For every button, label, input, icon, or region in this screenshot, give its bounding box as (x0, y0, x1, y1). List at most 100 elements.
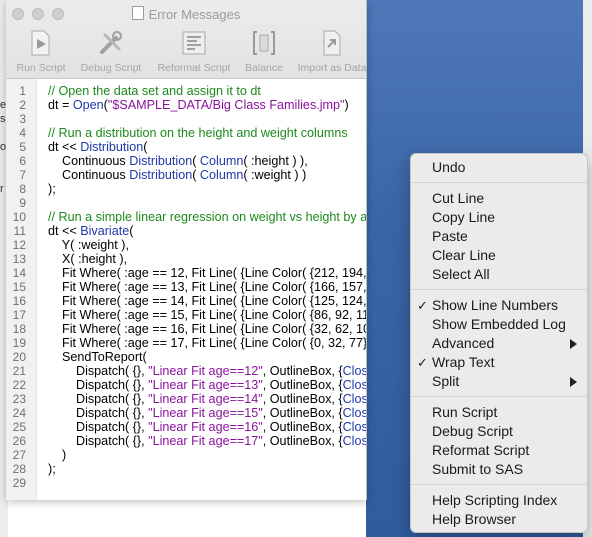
line-number: 11 (13, 224, 26, 238)
line-number: 4 (19, 126, 26, 140)
menu-item-help-browser[interactable]: Help Browser (411, 510, 587, 529)
line-number: 20 (12, 350, 26, 364)
line-number: 15 (12, 280, 26, 294)
line-number: 1 (19, 84, 26, 98)
run-script-icon (26, 28, 56, 58)
balance-button[interactable]: Balance (240, 28, 288, 74)
code-line[interactable]: ) (48, 448, 366, 462)
code-line[interactable]: // Run a simple linear regression on wei… (48, 210, 366, 224)
checkmark-icon: ✓ (417, 355, 428, 370)
code-line[interactable]: ​ (48, 112, 366, 126)
menu-item-label: Run Script (432, 404, 498, 420)
menu-item-reformat-script[interactable]: Reformat Script (411, 441, 587, 460)
balance-icon (249, 28, 279, 58)
menu-item-select-all[interactable]: Select All (411, 265, 587, 284)
import-as-data-button[interactable]: Import as Data (293, 28, 366, 74)
menu-item-label: Undo (432, 159, 466, 175)
line-number: 14 (12, 266, 26, 280)
document-icon (131, 6, 144, 20)
menu-item-submit-to-sas[interactable]: Submit to SAS (411, 460, 587, 479)
code-line[interactable]: // Open the data set and assign it to dt (48, 84, 366, 98)
debug-script-icon (96, 28, 126, 58)
code-line[interactable]: Fit Where( :age == 15, Fit Line( {Line C… (48, 308, 366, 322)
line-number: 10 (12, 210, 26, 224)
checkmark-icon: ✓ (417, 298, 428, 313)
menu-item-split[interactable]: Split (411, 372, 587, 391)
menu-item-label: Advanced (432, 335, 495, 351)
line-number: 13 (12, 252, 26, 266)
code-line[interactable]: Fit Where( :age == 17, Fit Line( {Line C… (48, 336, 366, 350)
code-line[interactable]: SendToReport( (48, 350, 366, 364)
menu-item-undo[interactable]: Undo (411, 158, 587, 177)
menu-separator (411, 182, 587, 183)
line-number-gutter: 1 2 3 4 5 6 7 8 9 10 11 12 13 14 15 16 17 18 19 20 21 22 23 24 2… (6, 79, 37, 500)
code-line[interactable]: ​ (48, 196, 366, 210)
line-number: 17 (12, 308, 26, 322)
context-menu: Undo Cut Line Copy Line Paste Clear Line Sele… (410, 153, 588, 533)
menu-item-label: Copy Line (432, 209, 496, 225)
menu-item-clear-line[interactable]: Clear Line (411, 246, 587, 265)
menu-item-copy-line[interactable]: Copy Line (411, 208, 587, 227)
code-area[interactable]: // Open the data set and assign it to dt… (48, 79, 366, 490)
menu-item-label: Help Scripting Index (432, 492, 558, 508)
code-line[interactable]: Fit Where( :age == 14, Fit Line( {Line C… (48, 294, 366, 308)
code-line[interactable]: Dispatch( {}, "Linear Fit age==14", Outl… (48, 392, 366, 406)
menu-item-label: Cut Line (432, 190, 485, 206)
code-line[interactable]: // Run a distribution on the height and … (48, 126, 366, 140)
code-line[interactable]: Continuous Distribution( Column( :weight… (48, 168, 366, 182)
code-line[interactable]: Continuous Distribution( Column( :height… (48, 154, 366, 168)
line-number: 25 (12, 420, 26, 434)
menu-item-label: Reformat Script (432, 442, 530, 458)
menu-item-paste[interactable]: Paste (411, 227, 587, 246)
code-line[interactable]: ); (48, 182, 366, 196)
menu-item-show-embedded-log[interactable]: Show Embedded Log (411, 315, 587, 334)
line-number: 6 (19, 154, 26, 168)
code-line[interactable]: Dispatch( {}, "Linear Fit age==13", Outl… (48, 378, 366, 392)
run-script-button[interactable]: Run Script (12, 28, 70, 74)
code-line[interactable]: ​ (48, 476, 366, 490)
menu-item-help-scripting-index[interactable]: Help Scripting Index (411, 491, 587, 510)
code-line[interactable]: Dispatch( {}, "Linear Fit age==17", Outl… (48, 434, 366, 448)
menu-item-label: Select All (432, 266, 490, 282)
line-number: 8 (19, 182, 26, 196)
debug-script-button[interactable]: Debug Script (76, 28, 146, 74)
code-line[interactable]: dt << Distribution( (48, 140, 366, 154)
script-window: Error Messages Run Script Debug Script R… (6, 0, 367, 500)
reformat-script-button[interactable]: Reformat Script (153, 28, 235, 74)
line-number: 2 (19, 98, 26, 112)
code-line[interactable]: dt << Bivariate( (48, 224, 366, 238)
code-line[interactable]: Y( :weight ), (48, 238, 366, 252)
code-line[interactable]: Dispatch( {}, "Linear Fit age==15", Outl… (48, 406, 366, 420)
menu-separator (411, 484, 587, 485)
menu-item-show-line-numbers[interactable]: ✓ Show Line Numbers (411, 296, 587, 315)
menu-item-wrap-text[interactable]: ✓ Wrap Text (411, 353, 587, 372)
menu-item-run-script[interactable]: Run Script (411, 403, 587, 422)
line-number: 5 (19, 140, 26, 154)
menu-item-cut-line[interactable]: Cut Line (411, 189, 587, 208)
code-line[interactable]: Fit Where( :age == 13, Fit Line( {Line C… (48, 280, 366, 294)
script-editor[interactable]: 1 2 3 4 5 6 7 8 9 10 11 12 13 14 15 16 17 18 19 20 21 22 23 24 2… (6, 79, 366, 500)
code-line[interactable]: Fit Where( :age == 12, Fit Line( {Line C… (48, 266, 366, 280)
menu-item-advanced[interactable]: Advanced (411, 334, 587, 353)
code-line[interactable]: Dispatch( {}, "Linear Fit age==16", Outl… (48, 420, 366, 434)
menu-item-label: Paste (432, 228, 468, 244)
code-line[interactable]: ); (48, 462, 366, 476)
code-line[interactable]: Dispatch( {}, "Linear Fit age==12", Outl… (48, 364, 366, 378)
line-number: 21 (12, 364, 26, 378)
line-number: 22 (12, 378, 26, 392)
menu-item-label: Split (432, 373, 460, 389)
line-number: 24 (12, 406, 26, 420)
line-number: 18 (12, 322, 26, 336)
menu-item-label: Wrap Text (432, 354, 495, 370)
code-line[interactable]: Fit Where( :age == 16, Fit Line( {Line C… (48, 322, 366, 336)
menu-item-label: Submit to SAS (432, 461, 524, 477)
code-line[interactable]: dt = Open("$SAMPLE_DATA/Big Class Famili… (48, 98, 366, 112)
reformat-script-icon (179, 28, 209, 58)
menu-item-label: Debug Script (432, 423, 513, 439)
left-strip-char: r (0, 183, 4, 195)
menu-item-debug-script[interactable]: Debug Script (411, 422, 587, 441)
line-number: 9 (19, 196, 26, 210)
code-line[interactable]: X( :height ), (48, 252, 366, 266)
line-number: 19 (12, 336, 26, 350)
toolbar: Run Script Debug Script Reformat Script … (6, 28, 366, 76)
